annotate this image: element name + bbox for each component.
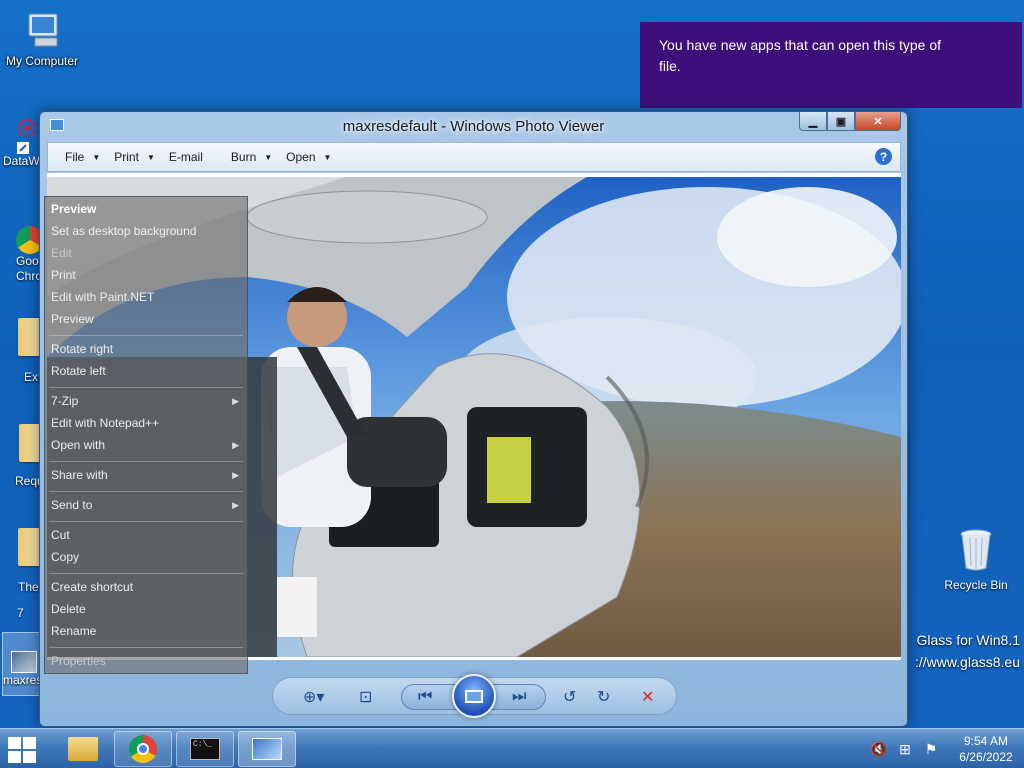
volume-muted-icon[interactable]: 🔇 [870,740,888,758]
ctx-set-desktop-background[interactable]: Set as desktop background [51,224,196,238]
chevron-down-icon: ▼ [264,152,273,162]
slideshow-button[interactable] [452,674,496,718]
action-center-flag-icon[interactable]: ⚑ [922,740,940,758]
taskbar: C:\_ 🔇 ⊞ ⚑ 9:54 AM 6/26/2022 [0,728,1024,768]
help-icon[interactable]: ? [875,148,892,165]
desktop-edge-label: 7 [17,606,24,620]
rotate-counterclockwise-icon[interactable]: ↺ [563,687,576,707]
ctx-preview-default[interactable]: Preview [51,202,96,216]
delete-icon[interactable]: ✕ [641,687,654,707]
close-button[interactable]: ✕ [855,112,901,131]
menu-file[interactable]: File ▼ [58,143,107,171]
ctx-separator [49,387,243,388]
zoom-icon[interactable]: ⊕▾ [303,687,324,707]
new-apps-notification[interactable]: You have new apps that can open this typ… [640,22,1022,108]
ctx-separator [49,461,243,462]
taskbar-chrome[interactable] [114,731,172,767]
ctx-create-shortcut[interactable]: Create shortcut [51,580,133,594]
desktop-icon-label: DataW [3,154,40,168]
ctx-separator [49,573,243,574]
taskbar-file-explorer[interactable] [54,731,112,767]
ctx-rotate-right[interactable]: Rotate right [51,342,113,356]
submenu-arrow-icon: ▶ [232,396,239,406]
minimize-icon: ▁ [808,115,818,128]
context-menu: Preview Set as desktop background Edit P… [44,196,248,674]
title-bar[interactable]: maxresdefault - Windows Photo Viewer ▁ ▣… [40,112,907,140]
ctx-delete[interactable]: Delete [51,602,86,616]
terminal-icon: C:\_ [190,738,220,760]
rotate-clockwise-icon[interactable]: ↻ [597,687,610,707]
glass-watermark-line1: Glass for Win8.1 [916,632,1020,648]
desktop-icon-recycle-bin[interactable]: Recycle Bin [938,528,1014,592]
playback-toolbar: ⊕▾ ⊡ ⏮ ⏭ ↺ ↻ ✕ [272,674,677,718]
menu-bar: File ▼ Print ▼ E-mail Burn ▼ Open ▼ ? [47,142,901,172]
desktop-icon-label: Recycle Bin [944,578,1008,592]
window-title: maxresdefault - Windows Photo Viewer [342,118,605,135]
taskbar-photo-viewer[interactable] [238,731,296,767]
notification-text: You have new apps that can open this typ… [659,37,942,74]
desktop-icon-maxres[interactable]: maxres [2,632,42,696]
folder-icon [68,737,98,761]
maximize-icon: ▣ [835,115,847,128]
chrome-icon [129,735,157,763]
chevron-down-icon: ▼ [146,152,155,162]
previous-icon[interactable]: ⏮ [418,688,432,706]
windows-logo-icon [8,737,21,749]
clock-date: 6/26/2022 [959,750,1013,764]
ctx-rename[interactable]: Rename [51,624,96,638]
minimize-button[interactable]: ▁ [799,112,827,131]
ctx-separator [49,335,243,336]
menu-print[interactable]: Print ▼ [107,143,162,171]
ctx-share-with[interactable]: Share with [51,468,108,482]
ctx-separator [49,491,243,492]
ctx-7zip[interactable]: 7-Zip [51,394,78,408]
network-icon[interactable]: ⊞ [896,740,914,758]
slideshow-icon [465,689,483,703]
chevron-down-icon: ▼ [92,152,101,162]
next-icon[interactable]: ⏭ [512,688,526,706]
menu-open[interactable]: Open ▼ [279,143,338,171]
image-file-icon [11,651,37,673]
clock-time: 9:54 AM [963,734,1009,748]
ctx-send-to[interactable]: Send to [51,498,92,512]
desktop-icon-label: My Computer [5,54,79,68]
glass-watermark-line2: ://www.glass8.eu [914,654,1020,670]
ctx-edit-paintnet[interactable]: Edit with Paint.NET [51,290,154,304]
ctx-print[interactable]: Print [51,268,76,282]
network-icon [13,118,41,154]
desktop-icon-dataw[interactable]: DataW [3,118,41,168]
submenu-arrow-icon: ▶ [232,500,239,510]
desktop-icon-my-computer[interactable]: My Computer [0,10,84,68]
chevron-down-icon: ▼ [323,152,332,162]
ctx-cut[interactable]: Cut [51,528,70,542]
ctx-separator [49,521,243,522]
close-icon: ✕ [873,115,883,128]
recycle-bin-icon [959,528,993,572]
ctx-separator [49,647,243,648]
submenu-arrow-icon: ▶ [232,470,239,480]
ctx-rotate-left[interactable]: Rotate left [51,364,106,378]
submenu-arrow-icon: ▶ [232,440,239,450]
ctx-properties[interactable]: Properties [51,654,106,668]
menu-email[interactable]: E-mail [162,143,210,171]
clock[interactable]: 9:54 AM 6/26/2022 [948,733,1024,765]
ctx-copy[interactable]: Copy [51,550,79,564]
system-tray: 🔇 ⊞ ⚑ 9:54 AM 6/26/2022 [870,729,1024,768]
desktop-icon-label: maxres [3,673,43,687]
ctx-open-with[interactable]: Open with [51,438,105,452]
taskbar-command-prompt[interactable]: C:\_ [176,731,234,767]
ctx-edit[interactable]: Edit [51,246,72,260]
maximize-button[interactable]: ▣ [827,112,855,131]
actual-size-icon[interactable]: ⊡ [359,687,372,707]
photo-viewer-icon [252,738,282,760]
menu-burn[interactable]: Burn ▼ [224,143,279,171]
ctx-edit-notepad[interactable]: Edit with Notepad++ [51,416,159,430]
computer-icon [21,10,63,52]
start-button[interactable] [8,737,38,763]
ctx-preview[interactable]: Preview [51,312,94,326]
